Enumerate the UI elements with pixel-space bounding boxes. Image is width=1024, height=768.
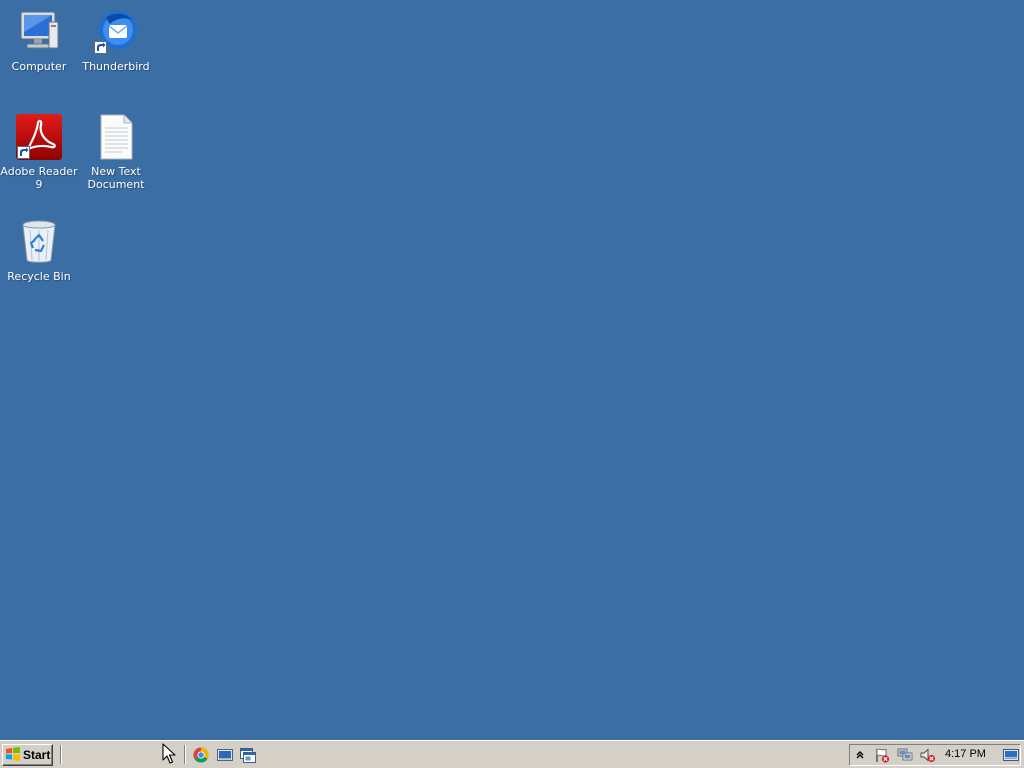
show-desktop-icon[interactable]: [217, 747, 233, 763]
desktop-icon-recycle-bin[interactable]: Recycle Bin: [0, 218, 78, 283]
recycle-bin-icon: [15, 218, 63, 266]
shortcut-arrow-icon: [94, 41, 107, 54]
network-icon[interactable]: [897, 747, 913, 763]
start-label: Start: [23, 748, 51, 762]
start-button[interactable]: Start: [2, 744, 53, 766]
system-tray: 4:17 PM: [849, 744, 1021, 766]
desktop: Computer Thunderbird Adobe Reader 9 New …: [0, 0, 1024, 740]
windows-logo-icon: [5, 746, 21, 764]
desktop-icon-new-text-document[interactable]: New Text Document: [77, 113, 155, 191]
show-hidden-icons-chevron-icon[interactable]: [852, 747, 868, 763]
window-switch-icon[interactable]: [240, 747, 256, 763]
show-desktop-button-icon[interactable]: [1003, 747, 1019, 763]
taskbar-separator: [184, 745, 186, 764]
adobe-reader-icon: [15, 113, 63, 161]
chrome-icon[interactable]: [193, 747, 209, 763]
taskbar: Start 4:17 PM: [0, 740, 1024, 768]
thunderbird-icon: [92, 8, 140, 56]
desktop-icon-thunderbird[interactable]: Thunderbird: [77, 8, 155, 73]
shortcut-arrow-icon: [17, 146, 30, 159]
action-center-flag-icon[interactable]: [874, 747, 890, 763]
taskbar-separator: [60, 745, 62, 764]
desktop-icon-label: Adobe Reader 9: [0, 165, 78, 191]
desktop-icon-label: New Text Document: [87, 165, 145, 191]
mouse-cursor-icon: [162, 743, 176, 765]
volume-muted-icon[interactable]: [920, 747, 936, 763]
desktop-icon-label: Recycle Bin: [7, 270, 71, 283]
desktop-icon-computer[interactable]: Computer: [0, 8, 78, 73]
text-document-icon: [92, 113, 140, 161]
computer-icon: [15, 8, 63, 56]
desktop-icon-adobe-reader[interactable]: Adobe Reader 9: [0, 113, 78, 191]
desktop-icon-label: Computer: [11, 60, 67, 73]
taskbar-clock[interactable]: 4:17 PM: [945, 748, 986, 760]
desktop-icon-label: Thunderbird: [82, 60, 150, 73]
